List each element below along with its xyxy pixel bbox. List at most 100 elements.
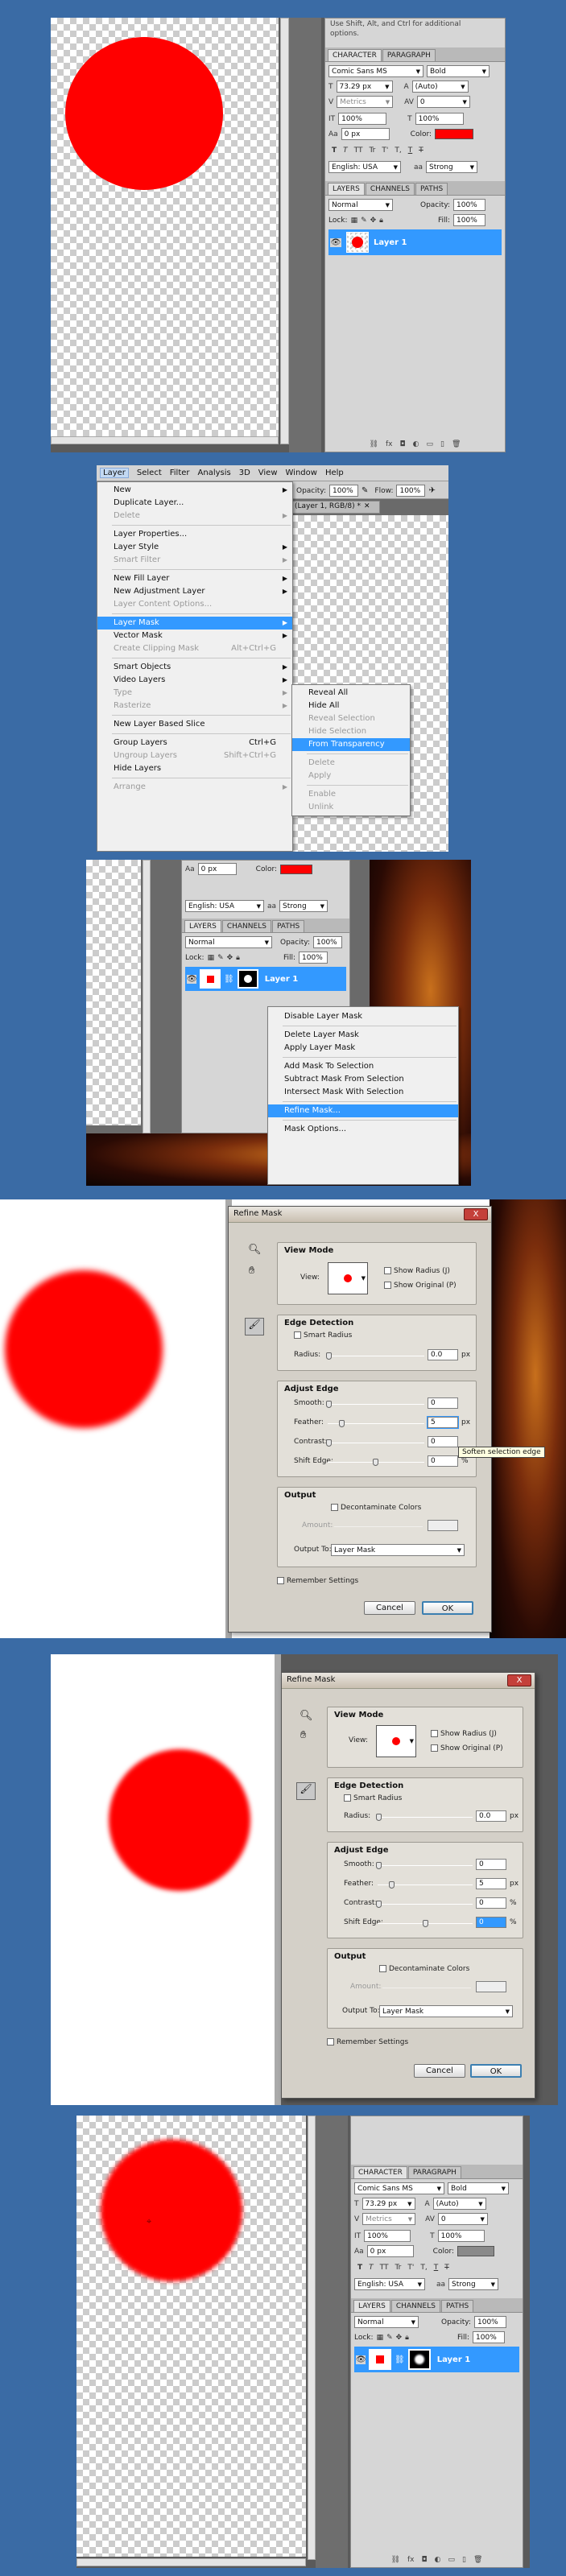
context-item-delete-layer-mask[interactable]: Delete Layer Mask (268, 1029, 458, 1042)
add-mask-icon[interactable]: ◘ (422, 2556, 428, 2564)
canvas[interactable] (86, 860, 141, 1125)
flow-input[interactable]: 100% (396, 485, 426, 497)
language-select[interactable]: English: USA ▼ (354, 2278, 425, 2290)
blend-mode-select[interactable]: Normal ▼ (328, 199, 393, 211)
tab-layers[interactable]: LAYERS (353, 2300, 390, 2312)
ok-button[interactable]: OK (422, 1601, 473, 1615)
feather-input[interactable]: 5 (427, 1416, 459, 1429)
tab-character[interactable]: CHARACTER (353, 2166, 407, 2178)
menu-item-create-clipping-mask[interactable]: Create Clipping Mask Alt+Ctrl+G (97, 642, 292, 655)
feather-input[interactable]: 5 (476, 1878, 506, 1889)
show-radius-checkbox[interactable]: Show Radius (J) (431, 1730, 497, 1738)
menu-filter[interactable]: Filter (170, 469, 190, 477)
lock-all-icon[interactable]: 🔒︎ (379, 217, 383, 225)
smooth-slider[interactable] (378, 1865, 473, 1866)
faux-italic-button[interactable]: T (369, 2264, 374, 2272)
blend-mode-select[interactable]: Normal ▼ (185, 936, 272, 948)
zoom-tool-icon[interactable]: 🔍︎ (300, 1710, 313, 1722)
baseline-input[interactable]: 0 px (341, 128, 390, 140)
context-item-refine-mask[interactable]: Refine Mask... (268, 1104, 458, 1117)
contrast-slider[interactable] (378, 1904, 473, 1905)
link-layers-icon[interactable]: ⛓︎ (370, 440, 378, 448)
blend-mode-select[interactable]: Normal ▼ (354, 2316, 419, 2328)
leading-select[interactable]: (Auto) ▼ (432, 2198, 486, 2210)
remember-settings-checkbox[interactable]: Remember Settings (327, 2038, 408, 2046)
contrast-input[interactable]: 0 (476, 1897, 506, 1909)
chain-icon[interactable]: ⛓︎ (395, 2355, 405, 2364)
submenu-item-unlink[interactable]: Unlink (292, 801, 410, 814)
view-preview[interactable]: ▼ (328, 1262, 368, 1294)
smooth-slider[interactable] (328, 1404, 424, 1405)
menu-window[interactable]: Window (286, 469, 317, 477)
lock-all-icon[interactable]: 🔒︎ (236, 954, 240, 962)
output-to-select[interactable]: Layer Mask ▼ (331, 1544, 465, 1556)
document-tab[interactable]: (Layer 1, RGB/8) * ✕ (291, 501, 380, 514)
menu-item-rasterize[interactable]: Rasterize ▶ (97, 700, 292, 712)
context-item-add-mask-to-selection[interactable]: Add Mask To Selection (268, 1060, 458, 1073)
menu-select[interactable]: Select (137, 469, 162, 477)
tracking-select[interactable]: 0 ▼ (416, 96, 470, 108)
adjustment-layer-icon[interactable]: ◐ (413, 440, 419, 448)
tab-channels[interactable]: CHANNELS (365, 183, 415, 195)
smooth-slider-knob[interactable] (376, 1862, 382, 1869)
canvas[interactable]: ⌖ (76, 2116, 306, 2557)
lock-transparency-icon[interactable]: ▦ (377, 2334, 384, 2342)
vertical-scale-input[interactable]: 100% (338, 113, 387, 125)
menu-item-duplicate-layer[interactable]: Duplicate Layer... (97, 497, 292, 510)
chain-icon[interactable]: ⛓︎ (224, 975, 234, 984)
hand-tool-icon[interactable]: ✋︎ (249, 1265, 254, 1277)
decontaminate-checkbox[interactable]: Decontaminate Colors (379, 1965, 469, 1973)
new-group-icon[interactable]: ▭ (448, 2556, 456, 2564)
tab-channels[interactable]: CHANNELS (390, 2300, 440, 2312)
lock-position-icon[interactable]: ✥ (396, 2334, 403, 2342)
strikethrough-button[interactable]: T (419, 147, 423, 155)
faux-bold-button[interactable]: T (332, 147, 337, 155)
submenu-item-apply[interactable]: Apply (292, 770, 410, 782)
context-item-intersect-mask-with-selection[interactable]: Intersect Mask With Selection (268, 1086, 458, 1099)
font-size-select[interactable]: 73.29 px ▼ (336, 80, 393, 93)
layer-style-icon[interactable]: fx (386, 440, 393, 448)
lock-position-icon[interactable]: ✥ (370, 217, 377, 225)
close-tab-icon[interactable]: ✕ (364, 502, 370, 510)
context-item-apply-layer-mask[interactable]: Apply Layer Mask (268, 1042, 458, 1055)
font-size-select[interactable]: 73.29 px ▼ (361, 2198, 415, 2210)
menu-item-type[interactable]: Type ▶ (97, 687, 292, 700)
font-style-select[interactable]: Bold ▼ (448, 2182, 509, 2194)
menu-item-new-layer-based-slice[interactable]: New Layer Based Slice (97, 718, 292, 731)
horizontal-scrollbar[interactable] (76, 2558, 306, 2566)
baseline-input[interactable]: 0 px (197, 863, 237, 875)
show-original-checkbox[interactable]: Show Original (P) (384, 1282, 457, 1290)
layer-style-icon[interactable]: fx (407, 2556, 415, 2564)
font-family-select[interactable]: Comic Sans MS ▼ (328, 65, 423, 77)
lock-paint-icon[interactable]: ✎ (217, 954, 224, 962)
remember-settings-checkbox[interactable]: Remember Settings (277, 1577, 358, 1585)
airbrush-icon[interactable]: ✈︎ (428, 486, 435, 495)
tab-paragraph[interactable]: PARAGRAPH (407, 2166, 461, 2178)
lock-position-icon[interactable]: ✥ (227, 954, 233, 962)
shift-edge-slider-knob[interactable] (423, 1920, 428, 1927)
menu-item-new[interactable]: New ▶ (97, 484, 292, 497)
lock-paint-icon[interactable]: ✎ (386, 2334, 393, 2342)
contrast-input[interactable]: 0 (428, 1436, 458, 1447)
context-item-mask-options[interactable]: Mask Options... (268, 1123, 458, 1136)
baseline-input[interactable]: 0 px (366, 2245, 414, 2257)
horizontal-scale-input[interactable]: 100% (415, 113, 464, 125)
vertical-scrollbar[interactable] (143, 860, 151, 1133)
layer-mask-thumbnail[interactable] (237, 969, 258, 989)
eye-icon[interactable]: 👁︎ (330, 237, 341, 247)
menu-item-hide-layers[interactable]: Hide Layers (97, 762, 292, 775)
contrast-slider-knob[interactable] (326, 1439, 332, 1447)
radius-input[interactable]: 0.0 (476, 1810, 506, 1822)
lock-all-icon[interactable]: 🔒︎ (405, 2334, 409, 2342)
radius-input[interactable]: 0.0 (428, 1349, 458, 1360)
menu-item-smart-objects[interactable]: Smart Objects ▶ (97, 661, 292, 674)
pressure-icon[interactable]: ✎ (361, 486, 368, 495)
submenu-item-from-transparency[interactable]: From Transparency (292, 738, 410, 751)
tab-layers[interactable]: LAYERS (328, 183, 365, 195)
shift-edge-slider-knob[interactable] (373, 1459, 378, 1466)
submenu-item-delete[interactable]: Delete (292, 757, 410, 770)
ok-button[interactable]: OK (470, 2064, 522, 2078)
horizontal-scrollbar[interactable] (51, 436, 279, 444)
font-style-select[interactable]: Bold ▼ (427, 65, 490, 77)
link-layers-icon[interactable]: ⛓︎ (391, 2556, 400, 2564)
